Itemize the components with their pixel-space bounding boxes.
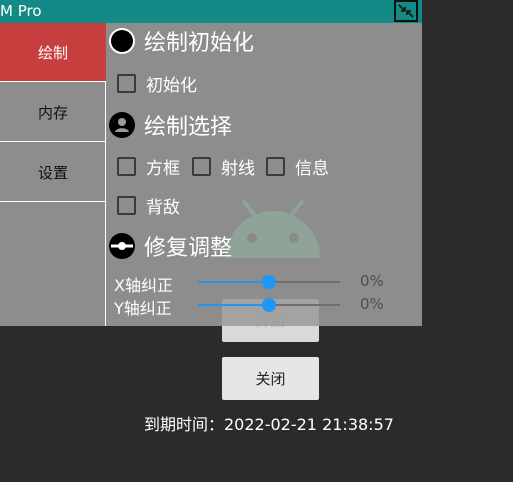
checkbox-init[interactable]: 初始化 xyxy=(117,72,197,96)
checkbox-box[interactable] xyxy=(117,195,136,215)
checkbox-label: 射线 xyxy=(221,158,255,179)
checkbox-label: 初始化 xyxy=(146,75,197,96)
adjust-circle-icon xyxy=(109,233,135,259)
slider-fill xyxy=(198,281,269,283)
checkbox-label: 方框 xyxy=(146,158,180,179)
slider-label: X轴纠正 xyxy=(114,276,173,295)
checkbox-label: 信息 xyxy=(295,158,329,179)
section-fix-adjust: 修复调整 xyxy=(108,231,232,261)
window-titlebar[interactable]: M Pro xyxy=(0,0,422,23)
close-button[interactable]: 关闭 xyxy=(222,357,319,400)
checkbox-box[interactable] xyxy=(117,73,136,93)
slider-value: 0% xyxy=(360,295,384,313)
slider-track[interactable] xyxy=(198,275,340,289)
section-title: 绘制选择 xyxy=(144,115,233,140)
checkbox-label: 背敌 xyxy=(146,197,180,218)
sidebar: 绘制 内存 设置 xyxy=(0,23,106,326)
checkbox-info[interactable]: 信息 xyxy=(266,155,329,179)
slider-track[interactable] xyxy=(198,298,340,312)
checkbox-ray[interactable]: 射线 xyxy=(192,155,255,179)
expire-time-text: 到期时间：2022-02-21 21:38:57 xyxy=(144,415,394,434)
section-title: 绘制初始化 xyxy=(144,31,255,56)
slider-x-correction: X轴纠正 0% xyxy=(114,272,414,295)
window-title: M Pro xyxy=(0,2,42,20)
sidebar-item-memory[interactable]: 内存 xyxy=(0,83,106,142)
slider-value: 0% xyxy=(360,272,384,290)
slider-fill xyxy=(198,304,269,306)
account-circle-icon xyxy=(109,112,135,138)
section-draw-init: 绘制初始化 xyxy=(108,26,254,56)
collapse-arrows-icon[interactable] xyxy=(394,0,418,22)
checkbox-box[interactable] xyxy=(266,156,285,176)
menu-panel: 绘制 内存 设置 绘制初始化 初始化 绘制选择 方框 射线 信息 背敌 修复调整… xyxy=(0,23,422,326)
sidebar-item-draw[interactable]: 绘制 xyxy=(0,23,106,82)
checkbox-box-esp[interactable]: 方框 xyxy=(117,155,180,179)
checkbox-box[interactable] xyxy=(117,156,136,176)
checkbox-box[interactable] xyxy=(192,156,211,176)
slider-thumb[interactable] xyxy=(262,275,276,289)
record-circle-icon xyxy=(109,28,135,54)
section-draw-select: 绘制选择 xyxy=(108,110,232,140)
slider-thumb[interactable] xyxy=(262,298,276,312)
sidebar-item-settings[interactable]: 设置 xyxy=(0,143,106,202)
section-title: 修复调整 xyxy=(144,236,233,261)
slider-y-correction: Y轴纠正 0% xyxy=(114,295,414,318)
checkbox-behind-enemy[interactable]: 背敌 xyxy=(117,194,180,218)
slider-label: Y轴纠正 xyxy=(114,299,172,318)
